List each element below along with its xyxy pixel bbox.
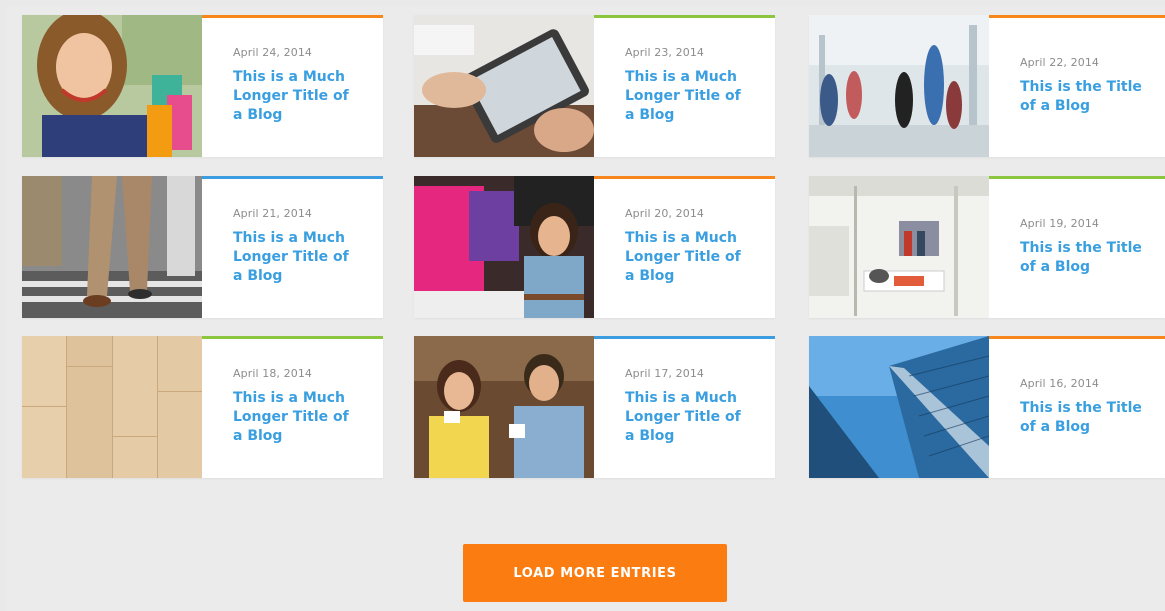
blog-thumbnail-shopping[interactable] xyxy=(22,15,202,157)
shopping-mall-crowd-image xyxy=(809,15,989,157)
blog-date: April 23, 2014 xyxy=(625,46,705,59)
blog-title-link[interactable]: This is the Title of a Blog xyxy=(1020,399,1146,437)
blog-thumbnail-coffee[interactable] xyxy=(414,336,594,478)
blog-thumbnail-store[interactable] xyxy=(809,176,989,318)
blog-title-link[interactable]: This is a Much Longer Title of a Blog xyxy=(233,389,355,446)
blog-info: April 21, 2014 This is a Much Longer Tit… xyxy=(202,176,383,318)
blog-info: April 23, 2014 This is a Much Longer Tit… xyxy=(594,15,775,157)
blog-thumbnail-walking[interactable] xyxy=(22,176,202,318)
blog-thumbnail-tablet[interactable] xyxy=(414,15,594,157)
blog-date: April 16, 2014 xyxy=(1020,376,1100,390)
blog-info: April 22, 2014 This is the Title of a Bl… xyxy=(989,15,1165,157)
blog-info: April 24, 2014 This is a Much Longer Tit… xyxy=(202,15,383,157)
load-more-button[interactable]: LOAD MORE ENTRIES xyxy=(463,544,727,602)
blog-thumbnail-wood[interactable] xyxy=(22,336,202,478)
couple-drinking-coffee-image xyxy=(414,336,594,478)
blog-title-link[interactable]: This is a Much Longer Title of a Blog xyxy=(625,68,747,125)
blog-card[interactable]: April 18, 2014 This is a Much Longer Tit… xyxy=(22,336,383,478)
blog-title-link[interactable]: This is a Much Longer Title of a Blog xyxy=(233,68,355,125)
blog-info: April 16, 2014 This is the Title of a Bl… xyxy=(989,336,1165,478)
blog-date: April 22, 2014 xyxy=(1020,55,1100,69)
blog-date: April 24, 2014 xyxy=(233,46,313,59)
woman-shopping-clothes-image xyxy=(414,176,594,318)
blog-card[interactable]: April 16, 2014 This is the Title of a Bl… xyxy=(809,336,1165,478)
blog-card[interactable]: April 19, 2014 This is the Title of a Bl… xyxy=(809,176,1165,318)
blog-card[interactable]: April 22, 2014 This is the Title of a Bl… xyxy=(809,15,1165,157)
blog-thumbnail-building[interactable] xyxy=(809,336,989,478)
blog-title-link[interactable]: This is the Title of a Blog xyxy=(1020,78,1146,116)
hands-using-tablet-image xyxy=(414,15,594,157)
woman-with-shopping-bags-image xyxy=(22,15,202,157)
blog-date: April 17, 2014 xyxy=(625,367,705,380)
blog-date: April 18, 2014 xyxy=(233,367,313,380)
blog-title-link[interactable]: This is a Much Longer Title of a Blog xyxy=(625,229,747,286)
glass-skyscraper-image xyxy=(809,336,989,478)
blog-info: April 19, 2014 This is the Title of a Bl… xyxy=(989,176,1165,318)
people-walking-legs-image xyxy=(22,176,202,318)
blog-thumbnail-mall[interactable] xyxy=(809,15,989,157)
blog-date: April 21, 2014 xyxy=(233,207,313,220)
blog-info: April 18, 2014 This is a Much Longer Tit… xyxy=(202,336,383,478)
blog-thumbnail-clothes[interactable] xyxy=(414,176,594,318)
blog-card[interactable]: April 23, 2014 This is a Much Longer Tit… xyxy=(414,15,775,157)
blog-date: April 19, 2014 xyxy=(1020,216,1100,230)
blog-title-link[interactable]: This is the Title of a Blog xyxy=(1020,239,1146,277)
blog-title-link[interactable]: This is a Much Longer Title of a Blog xyxy=(233,229,355,286)
blog-title-link[interactable]: This is a Much Longer Title of a Blog xyxy=(625,389,747,446)
blog-date: April 20, 2014 xyxy=(625,207,705,220)
wood-floor-texture-image xyxy=(22,336,202,478)
blog-card[interactable]: April 17, 2014 This is a Much Longer Tit… xyxy=(414,336,775,478)
blog-card[interactable]: April 21, 2014 This is a Much Longer Tit… xyxy=(22,176,383,318)
blog-info: April 20, 2014 This is a Much Longer Tit… xyxy=(594,176,775,318)
blog-card[interactable]: April 24, 2014 This is a Much Longer Tit… xyxy=(22,15,383,157)
blog-info: April 17, 2014 This is a Much Longer Tit… xyxy=(594,336,775,478)
blog-card[interactable]: April 20, 2014 This is a Much Longer Tit… xyxy=(414,176,775,318)
store-interior-image xyxy=(809,176,989,318)
